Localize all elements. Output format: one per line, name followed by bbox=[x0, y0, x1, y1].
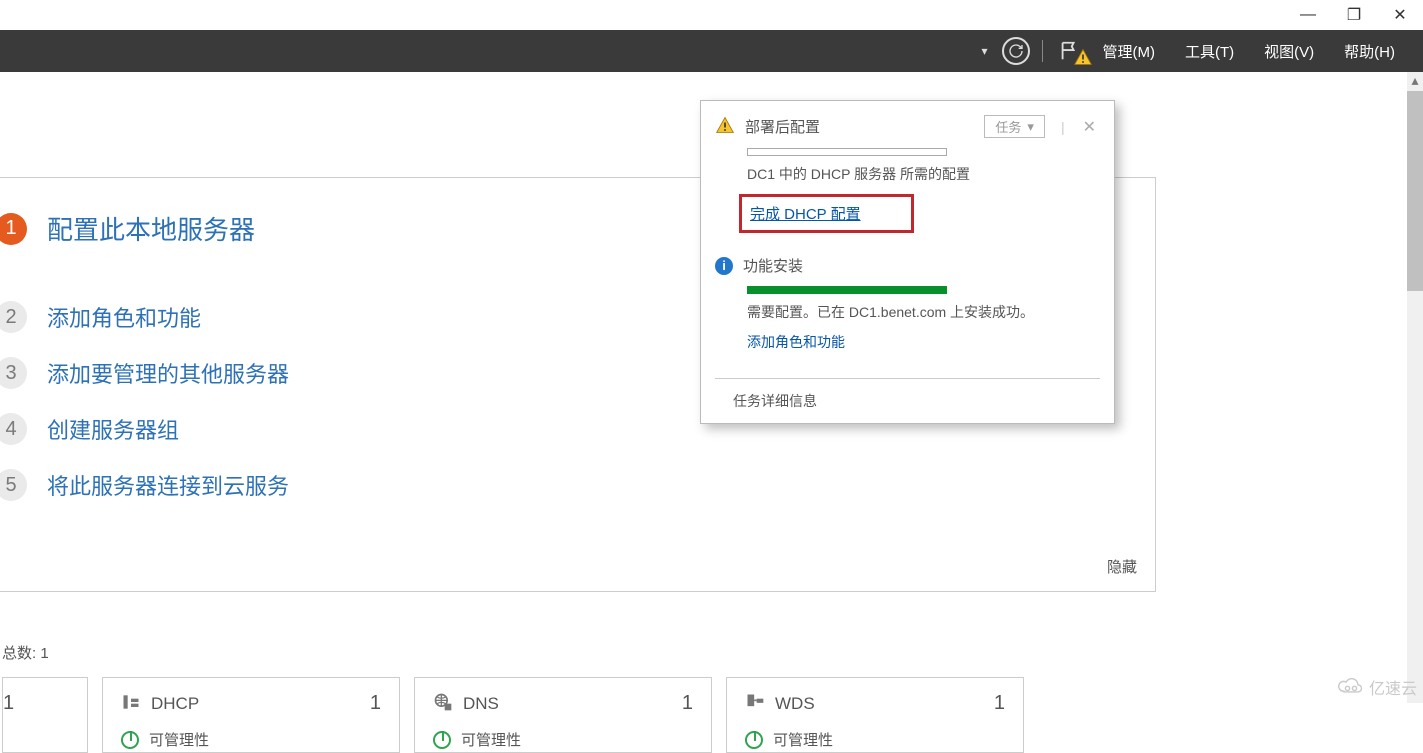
tile-sub: 可管理性 bbox=[773, 729, 833, 750]
info-icon: i bbox=[715, 257, 733, 275]
notify-message: 需要配置。已在 DC1.benet.com 上安装成功。 bbox=[747, 302, 1096, 322]
progress-bar-complete bbox=[747, 286, 947, 294]
step-badge-5: 5 bbox=[0, 469, 27, 501]
wds-icon bbox=[745, 692, 765, 715]
step-badge-1: 1 bbox=[0, 213, 27, 245]
add-roles-link[interactable]: 添加角色和功能 bbox=[747, 332, 845, 352]
tile-title: DHCP bbox=[151, 694, 360, 714]
notify-message: DC1 中的 DHCP 服务器 所需的配置 bbox=[747, 164, 1096, 184]
tile-sub: 可管理性 bbox=[149, 729, 209, 750]
power-icon bbox=[433, 731, 451, 749]
tile-count: 1 bbox=[994, 692, 1005, 715]
total-label: 总数: 1 bbox=[0, 642, 1160, 663]
menu-tools[interactable]: 工具(T) bbox=[1173, 37, 1246, 66]
dns-icon bbox=[433, 692, 453, 715]
warning-icon bbox=[1073, 47, 1093, 71]
refresh-button[interactable] bbox=[1000, 35, 1032, 67]
close-button[interactable]: ✕ bbox=[1377, 0, 1423, 30]
scroll-thumb[interactable] bbox=[1407, 91, 1423, 291]
tile-wds[interactable]: WDS 1 可管理性 bbox=[726, 677, 1024, 753]
highlight-box: 完成 DHCP 配置 bbox=[739, 194, 914, 233]
menu-divider bbox=[1042, 40, 1043, 62]
roles-section: 总数: 1 1 DHCP 1 可管理性 DNS 1 可管理性 bbox=[0, 642, 1160, 753]
chevron-down-icon: ▾ bbox=[1027, 119, 1034, 135]
task-details-link[interactable]: 任务详细信息 bbox=[701, 379, 1114, 423]
notify-section-1: 部署后配置 任务▾ | ✕ DC1 中的 DHCP 服务器 所需的配置 完成 D… bbox=[701, 101, 1114, 249]
step-badge-2: 2 bbox=[0, 301, 27, 333]
complete-dhcp-link[interactable]: 完成 DHCP 配置 bbox=[750, 203, 861, 224]
menu-bar: ▾ 管理(M) 工具(T) 视图(V) 帮助(H) bbox=[0, 30, 1423, 72]
title-bar: — ❐ ✕ bbox=[0, 0, 1423, 30]
content-area: 1 配置此本地服务器 2 添加角色和功能 3 添加要管理的其他服务器 4 创建服… bbox=[0, 72, 1423, 703]
step-5[interactable]: 5 将此服务器连接到云服务 bbox=[0, 457, 1155, 513]
tile-sub: 可管理性 bbox=[461, 729, 521, 750]
tile-dhcp[interactable]: DHCP 1 可管理性 bbox=[102, 677, 400, 753]
watermark: 亿速云 bbox=[1337, 675, 1417, 699]
chevron-down-icon[interactable]: ▾ bbox=[981, 44, 987, 58]
hide-link[interactable]: 隐藏 bbox=[1107, 556, 1137, 577]
notifications-button[interactable] bbox=[1053, 35, 1085, 67]
tile-dns[interactable]: DNS 1 可管理性 bbox=[414, 677, 712, 753]
divider: | bbox=[1061, 119, 1065, 135]
tile-title: DNS bbox=[463, 694, 672, 714]
power-icon bbox=[745, 731, 763, 749]
step-4-label[interactable]: 创建服务器组 bbox=[47, 413, 179, 445]
tile-first[interactable]: 1 bbox=[2, 677, 88, 753]
tile-title: WDS bbox=[775, 694, 984, 714]
step-5-label[interactable]: 将此服务器连接到云服务 bbox=[47, 469, 289, 501]
menu-help[interactable]: 帮助(H) bbox=[1332, 37, 1407, 66]
tile-count: 1 bbox=[682, 692, 693, 715]
maximize-button[interactable]: ❐ bbox=[1331, 0, 1377, 30]
menu-view[interactable]: 视图(V) bbox=[1252, 37, 1326, 66]
notifications-panel: 部署后配置 任务▾ | ✕ DC1 中的 DHCP 服务器 所需的配置 完成 D… bbox=[700, 100, 1115, 424]
tasks-dropdown[interactable]: 任务▾ bbox=[984, 115, 1045, 138]
step-1-label[interactable]: 配置此本地服务器 bbox=[47, 210, 255, 247]
warning-icon bbox=[715, 115, 735, 138]
dhcp-icon bbox=[121, 692, 141, 715]
progress-bar-empty bbox=[747, 148, 947, 156]
power-icon bbox=[121, 731, 139, 749]
notify-section-2: i 功能安装 需要配置。已在 DC1.benet.com 上安装成功。 添加角色… bbox=[701, 249, 1114, 368]
close-icon[interactable]: ✕ bbox=[1083, 117, 1096, 137]
refresh-icon bbox=[1002, 37, 1030, 65]
tile-count: 1 bbox=[3, 692, 14, 715]
step-badge-4: 4 bbox=[0, 413, 27, 445]
step-badge-3: 3 bbox=[0, 357, 27, 389]
notify-title: 功能安装 bbox=[743, 255, 1096, 276]
scrollbar[interactable]: ▴ bbox=[1407, 72, 1423, 703]
notify-title: 部署后配置 bbox=[745, 116, 974, 137]
tile-count: 1 bbox=[370, 692, 381, 715]
minimize-button[interactable]: — bbox=[1285, 0, 1331, 30]
step-3-label[interactable]: 添加要管理的其他服务器 bbox=[47, 357, 289, 389]
step-2-label[interactable]: 添加角色和功能 bbox=[47, 301, 201, 333]
menu-manage[interactable]: 管理(M) bbox=[1091, 37, 1168, 66]
